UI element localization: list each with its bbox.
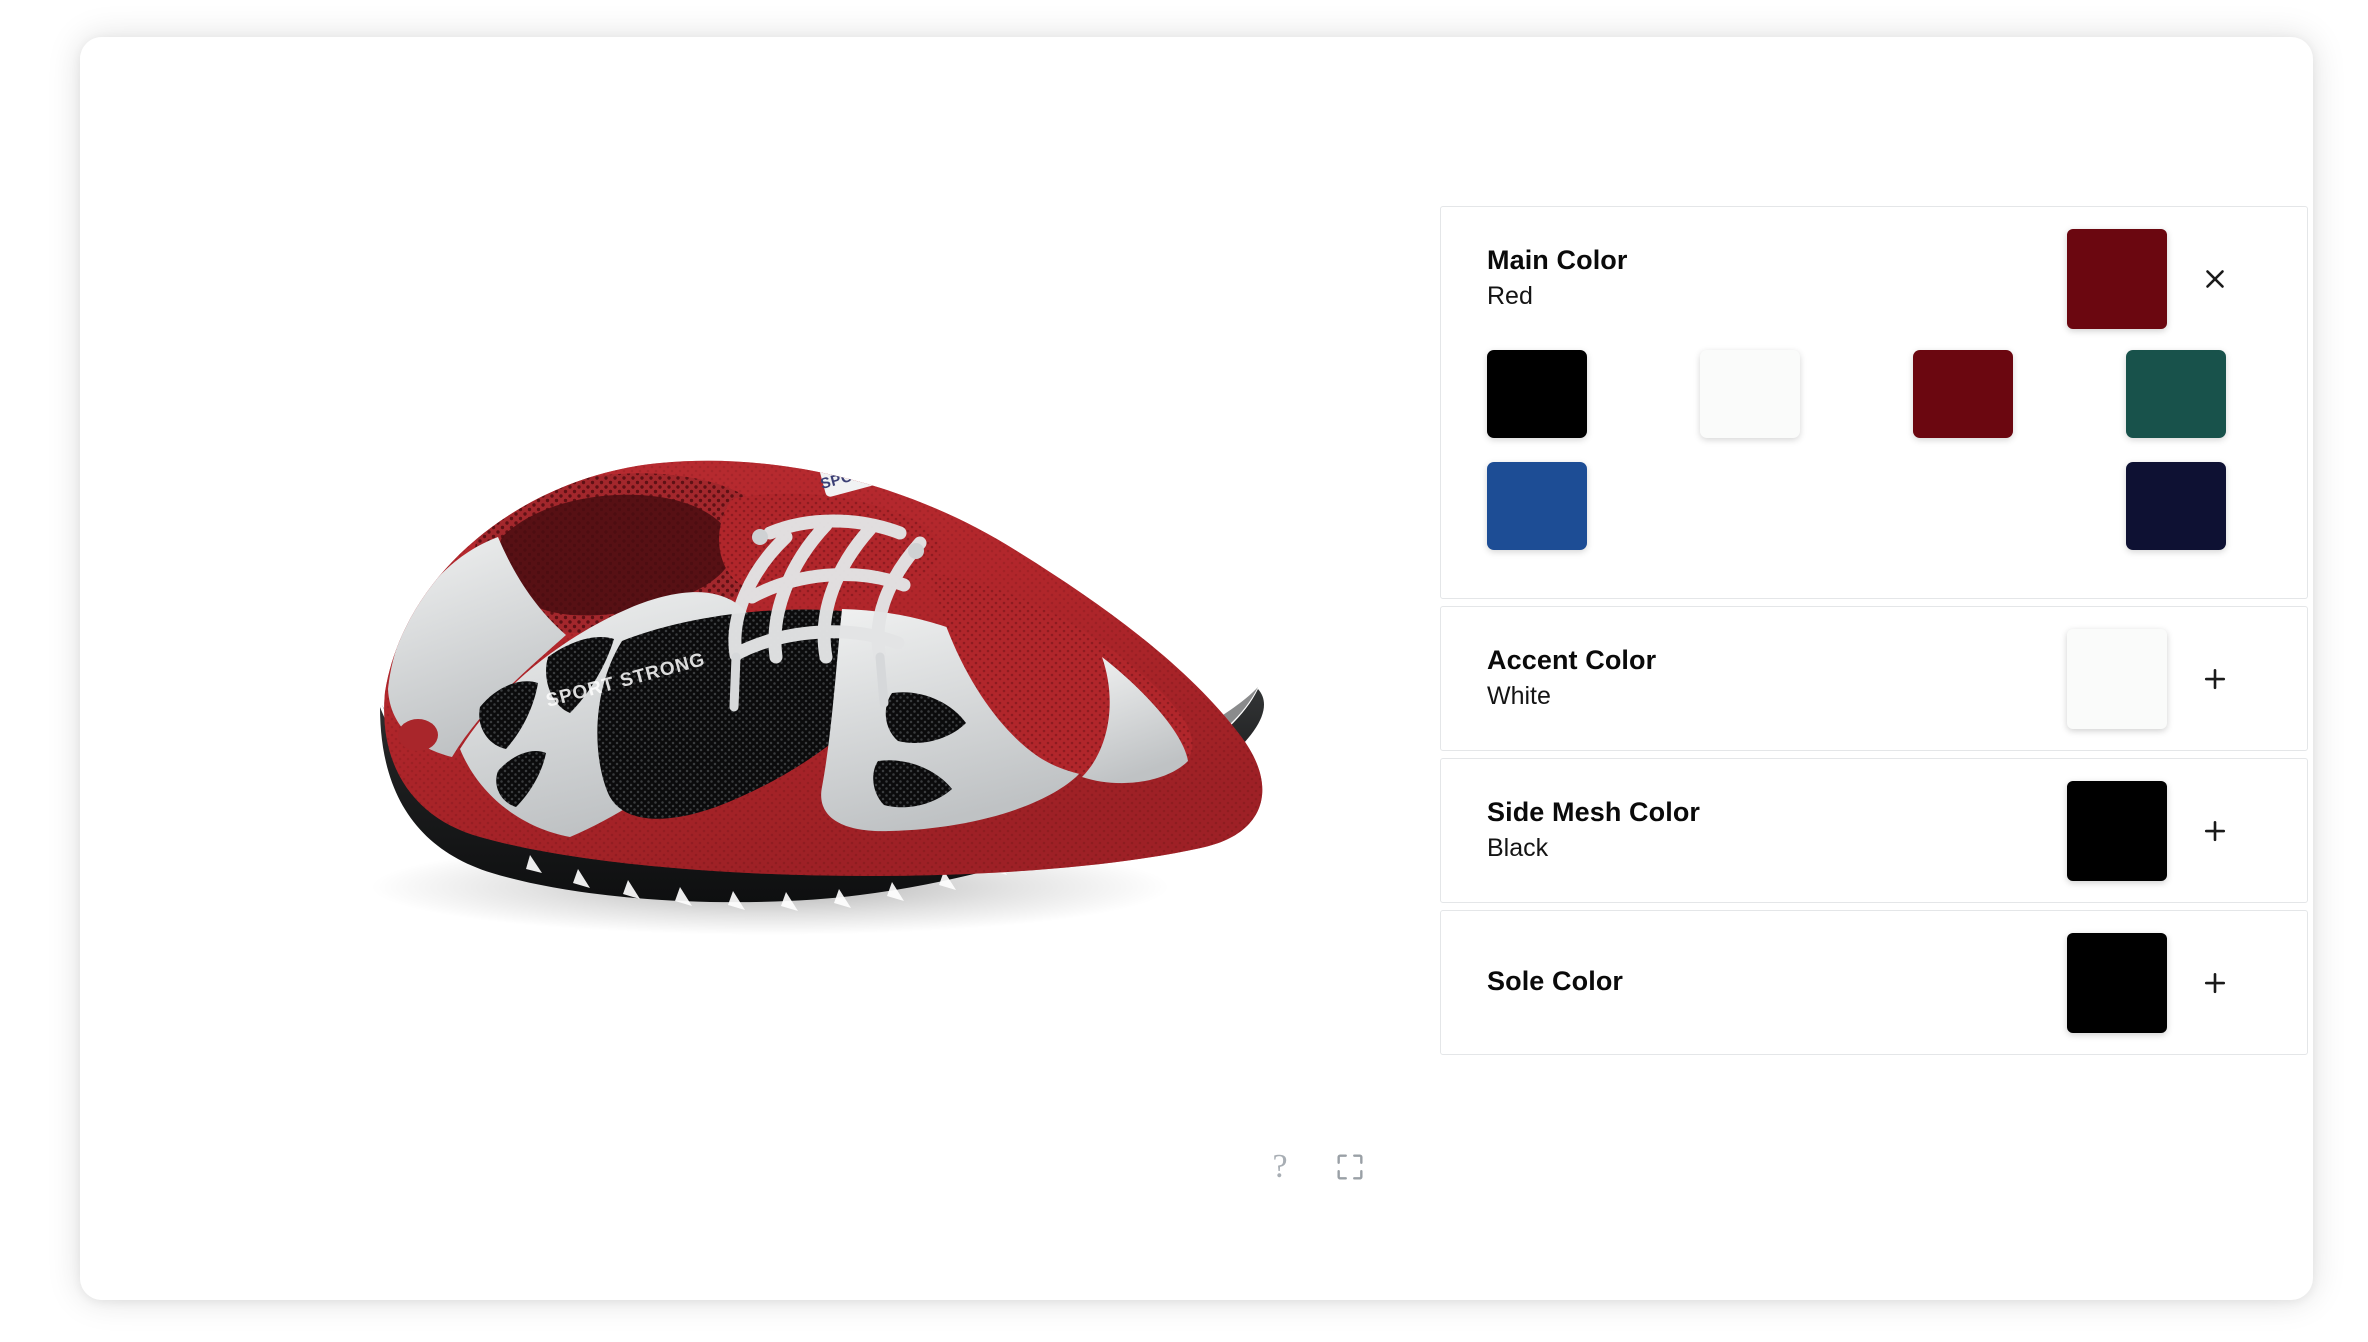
configurator-panel: Main Color Red Accent Color White Side M… [1440,206,2308,1300]
plus-icon-sole-color[interactable] [2167,968,2263,998]
option-labels-main-color: Main Color Red [1487,244,2067,313]
option-card-main-color: Main Color Red [1440,206,2308,599]
current-swatch-main-color[interactable] [2067,228,2167,329]
option-row-sole-color[interactable]: Sole Color [1441,911,2307,1054]
option-title-sole-color: Sole Color [1487,965,1624,996]
option-labels-sole-color: Sole Color [1487,965,2067,1001]
app-card: SPORTIFY SPORT STRONG ? Main Color Red A… [80,37,2313,1300]
product-viewer[interactable]: SPORTIFY SPORT STRONG ? [80,37,1440,1300]
current-swatch-accent-color[interactable] [2067,628,2167,729]
swatch-grid-main-color [1441,350,2307,598]
shoe-heel-dot [398,719,438,751]
option-card-sole-color: Sole Color [1440,910,2308,1055]
option-row-main-color[interactable]: Main Color Red [1441,207,2307,350]
swatch-placeholder-2 [1913,462,2013,550]
shoe-3d-model[interactable]: SPORTIFY SPORT STRONG [230,237,1330,957]
page-root: SPORTIFY SPORT STRONG ? Main Color Red A… [0,0,2368,1342]
option-title-main-color: Main Color [1487,245,1628,276]
swatch-blue[interactable] [1487,462,1587,550]
option-title-accent-color: Accent Color [1487,645,1657,676]
close-icon[interactable] [2167,264,2263,294]
option-card-accent-color: Accent Color White [1440,606,2308,751]
viewer-controls: ? [1260,1147,1370,1187]
swatch-teal[interactable] [2126,350,2226,438]
option-title-side-mesh-color: Side Mesh Color [1487,797,1701,828]
swatch-black[interactable] [1487,350,1587,438]
current-swatch-side-mesh-color[interactable] [2067,780,2167,881]
swatch-red[interactable] [1913,350,2013,438]
swatch-navy[interactable] [2126,462,2226,550]
option-value-side-mesh-color: Black [1487,833,1549,862]
option-row-accent-color[interactable]: Accent Color White [1441,607,2307,750]
option-labels-accent-color: Accent Color White [1487,644,2067,713]
plus-icon-side-mesh-color[interactable] [2167,816,2263,846]
current-swatch-sole-color[interactable] [2067,932,2167,1033]
option-labels-side-mesh-color: Side Mesh Color Black [1487,796,2067,865]
swatch-placeholder-1 [1700,462,1800,550]
swatch-white[interactable] [1700,350,1800,438]
help-icon[interactable]: ? [1260,1147,1300,1187]
plus-icon-accent-color[interactable] [2167,664,2263,694]
option-value-accent-color: White [1487,681,1551,710]
option-value-main-color: Red [1487,281,1533,310]
option-card-side-mesh-color: Side Mesh Color Black [1440,758,2308,903]
option-row-side-mesh-color[interactable]: Side Mesh Color Black [1441,759,2307,902]
fullscreen-icon[interactable] [1330,1147,1370,1187]
